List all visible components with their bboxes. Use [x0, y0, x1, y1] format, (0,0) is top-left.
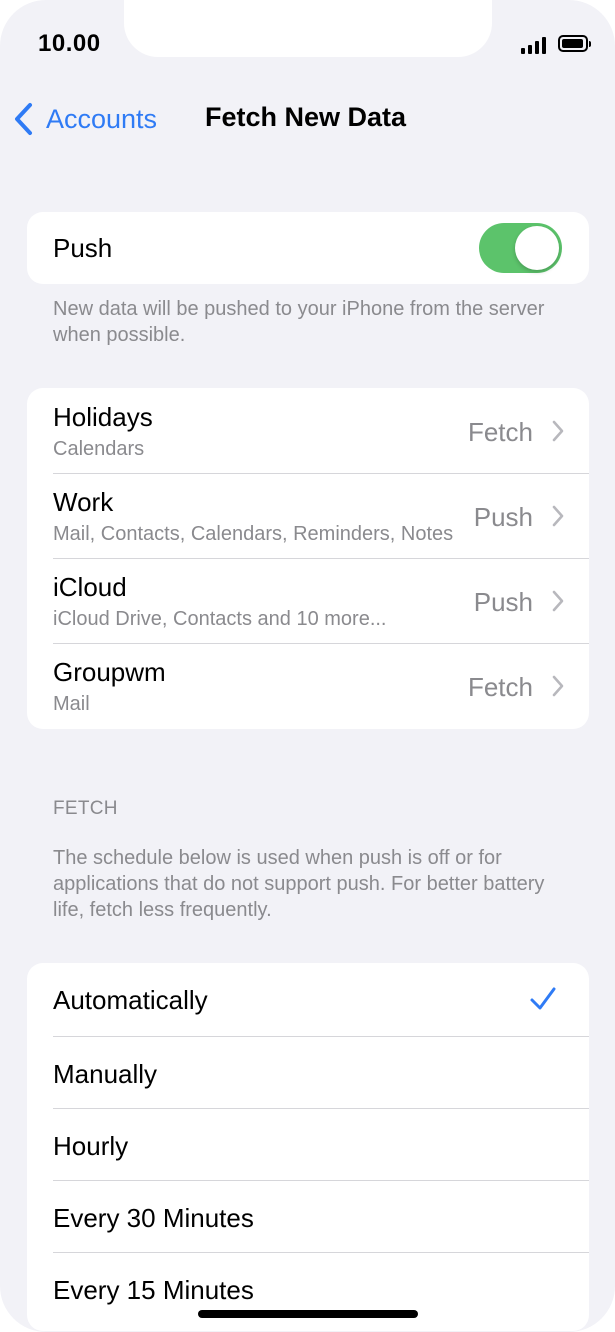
- option-label: Hourly: [53, 1131, 129, 1161]
- account-row[interactable]: Work Mail, Contacts, Calendars, Reminder…: [27, 473, 589, 558]
- toggle-knob: [515, 226, 559, 270]
- push-label: Push: [53, 233, 113, 263]
- fetch-note: The schedule below is used when push is …: [53, 847, 545, 921]
- battery-icon: [558, 35, 591, 52]
- accounts-card: Holidays Calendars Fetch Work Mail, Cont…: [27, 388, 589, 729]
- push-card: Push: [27, 212, 589, 284]
- back-label: Accounts: [46, 103, 158, 134]
- account-mode: Fetch: [467, 417, 533, 447]
- fetch-section-header: FETCH: [53, 798, 118, 819]
- chevron-left-icon: [15, 103, 32, 135]
- account-mode: Push: [473, 502, 533, 532]
- option-label: Automatically: [53, 985, 208, 1015]
- checkmark-icon: [530, 987, 556, 1010]
- account-services: Mail: [53, 693, 90, 715]
- push-toggle[interactable]: [479, 223, 562, 273]
- chevron-right-icon: [552, 505, 564, 527]
- push-row: Push: [27, 212, 589, 284]
- option-label: Every 15 Minutes: [53, 1275, 254, 1305]
- notch: [124, 0, 492, 57]
- chevron-right-icon: [552, 590, 564, 612]
- account-mode: Fetch: [467, 672, 533, 702]
- account-services: Mail, Contacts, Calendars, Reminders, No…: [53, 523, 454, 545]
- fetch-option-30-minutes[interactable]: Every 30 Minutes: [27, 1180, 589, 1252]
- account-services: iCloud Drive, Contacts and 10 more...: [53, 608, 387, 630]
- page-title: Fetch New Data: [205, 102, 407, 132]
- fetch-option-automatically[interactable]: Automatically: [27, 963, 589, 1036]
- account-name: iCloud: [53, 572, 127, 602]
- phone-screen: 10.00 Accounts Fetch New Data Push New d…: [0, 0, 615, 1332]
- account-name: Holidays: [53, 402, 153, 432]
- fetch-option-hourly[interactable]: Hourly: [27, 1108, 589, 1180]
- account-name: Groupwm: [53, 657, 166, 687]
- account-services: Calendars: [53, 438, 145, 460]
- fetch-option-manually[interactable]: Manually: [27, 1036, 589, 1108]
- chevron-right-icon: [552, 675, 564, 697]
- account-row[interactable]: Groupwm Mail Fetch: [27, 643, 589, 729]
- back-button[interactable]: Accounts: [12, 99, 157, 139]
- chevron-right-icon: [552, 420, 564, 442]
- option-label: Manually: [53, 1059, 158, 1089]
- status-time: 10.00: [38, 30, 101, 57]
- home-indicator[interactable]: [198, 1310, 418, 1318]
- fetch-option-15-minutes[interactable]: Every 15 Minutes: [27, 1252, 589, 1331]
- fetch-schedule-card: Automatically Manually Hourly Every 30 M…: [27, 963, 589, 1331]
- signal-icon: [521, 36, 549, 54]
- account-row[interactable]: Holidays Calendars Fetch: [27, 388, 589, 473]
- option-label: Every 30 Minutes: [53, 1203, 254, 1233]
- account-mode: Push: [473, 587, 533, 617]
- push-note: New data will be pushed to your iPhone f…: [53, 298, 545, 346]
- account-name: Work: [53, 487, 114, 517]
- account-row[interactable]: iCloud iCloud Drive, Contacts and 10 mor…: [27, 558, 589, 643]
